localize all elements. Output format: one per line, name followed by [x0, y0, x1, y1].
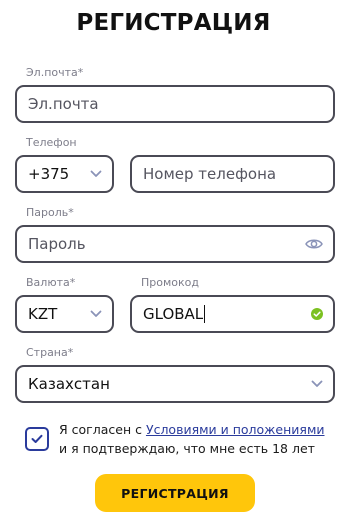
promocode-label: Промокод — [141, 276, 199, 289]
consent-text: Я согласен с Условиями и положениями и я… — [59, 420, 325, 458]
page-title: РЕГИСТРАЦИЯ — [76, 10, 271, 36]
consent-text-before: Я согласен с — [59, 422, 146, 437]
currency-label-text: Валюта — [26, 276, 70, 289]
required-mark: * — [69, 276, 76, 289]
password-label-text: Пароль — [26, 206, 69, 219]
consent-text-after: и я подтверждаю, что мне есть 18 лет — [59, 441, 315, 456]
terms-link[interactable]: Условиями и положениями — [146, 422, 325, 437]
required-mark: * — [68, 206, 74, 219]
email-label: Эл.почта* — [26, 66, 83, 79]
chevron-down-icon — [90, 310, 102, 318]
phone-number-field[interactable]: Номер телефона — [130, 155, 335, 193]
email-label-text: Эл.почта — [26, 66, 78, 79]
phone-number-placeholder: Номер телефона — [143, 165, 277, 183]
promocode-field[interactable]: GLOBAL — [130, 295, 335, 333]
consent-checkbox[interactable] — [25, 427, 49, 451]
register-button[interactable]: РЕГИСТРАЦИЯ — [95, 474, 255, 512]
text-caret — [204, 305, 206, 324]
country-code-select[interactable]: +375 — [15, 155, 114, 193]
email-field[interactable]: Эл.почта — [15, 85, 335, 123]
country-label: Страна* — [26, 346, 73, 359]
promocode-value: GLOBAL — [143, 304, 204, 323]
country-value: Казахстан — [28, 375, 110, 393]
currency-label: Валюта* — [26, 276, 75, 289]
password-field[interactable]: Пароль — [15, 225, 335, 263]
chevron-down-icon — [311, 380, 323, 388]
currency-select[interactable]: KZT — [15, 295, 114, 333]
required-mark: * — [67, 346, 74, 359]
country-select[interactable]: Казахстан — [15, 365, 335, 403]
required-mark: * — [77, 66, 84, 79]
chevron-down-icon — [90, 170, 102, 178]
email-placeholder: Эл.почта — [28, 95, 99, 113]
password-placeholder: Пароль — [28, 235, 86, 253]
phone-label: Телефон — [26, 136, 77, 149]
checkmark-icon — [31, 434, 43, 443]
country-label-text: Страна — [26, 346, 68, 359]
check-circle-icon — [311, 308, 323, 320]
promocode-input-value: GLOBAL — [143, 305, 311, 324]
country-code-value: +375 — [28, 165, 70, 183]
password-label: Пароль* — [26, 206, 74, 219]
currency-value: KZT — [28, 305, 58, 323]
consent-line-1: Я согласен с Условиями и положениями — [59, 420, 325, 439]
eye-icon[interactable] — [305, 238, 323, 250]
